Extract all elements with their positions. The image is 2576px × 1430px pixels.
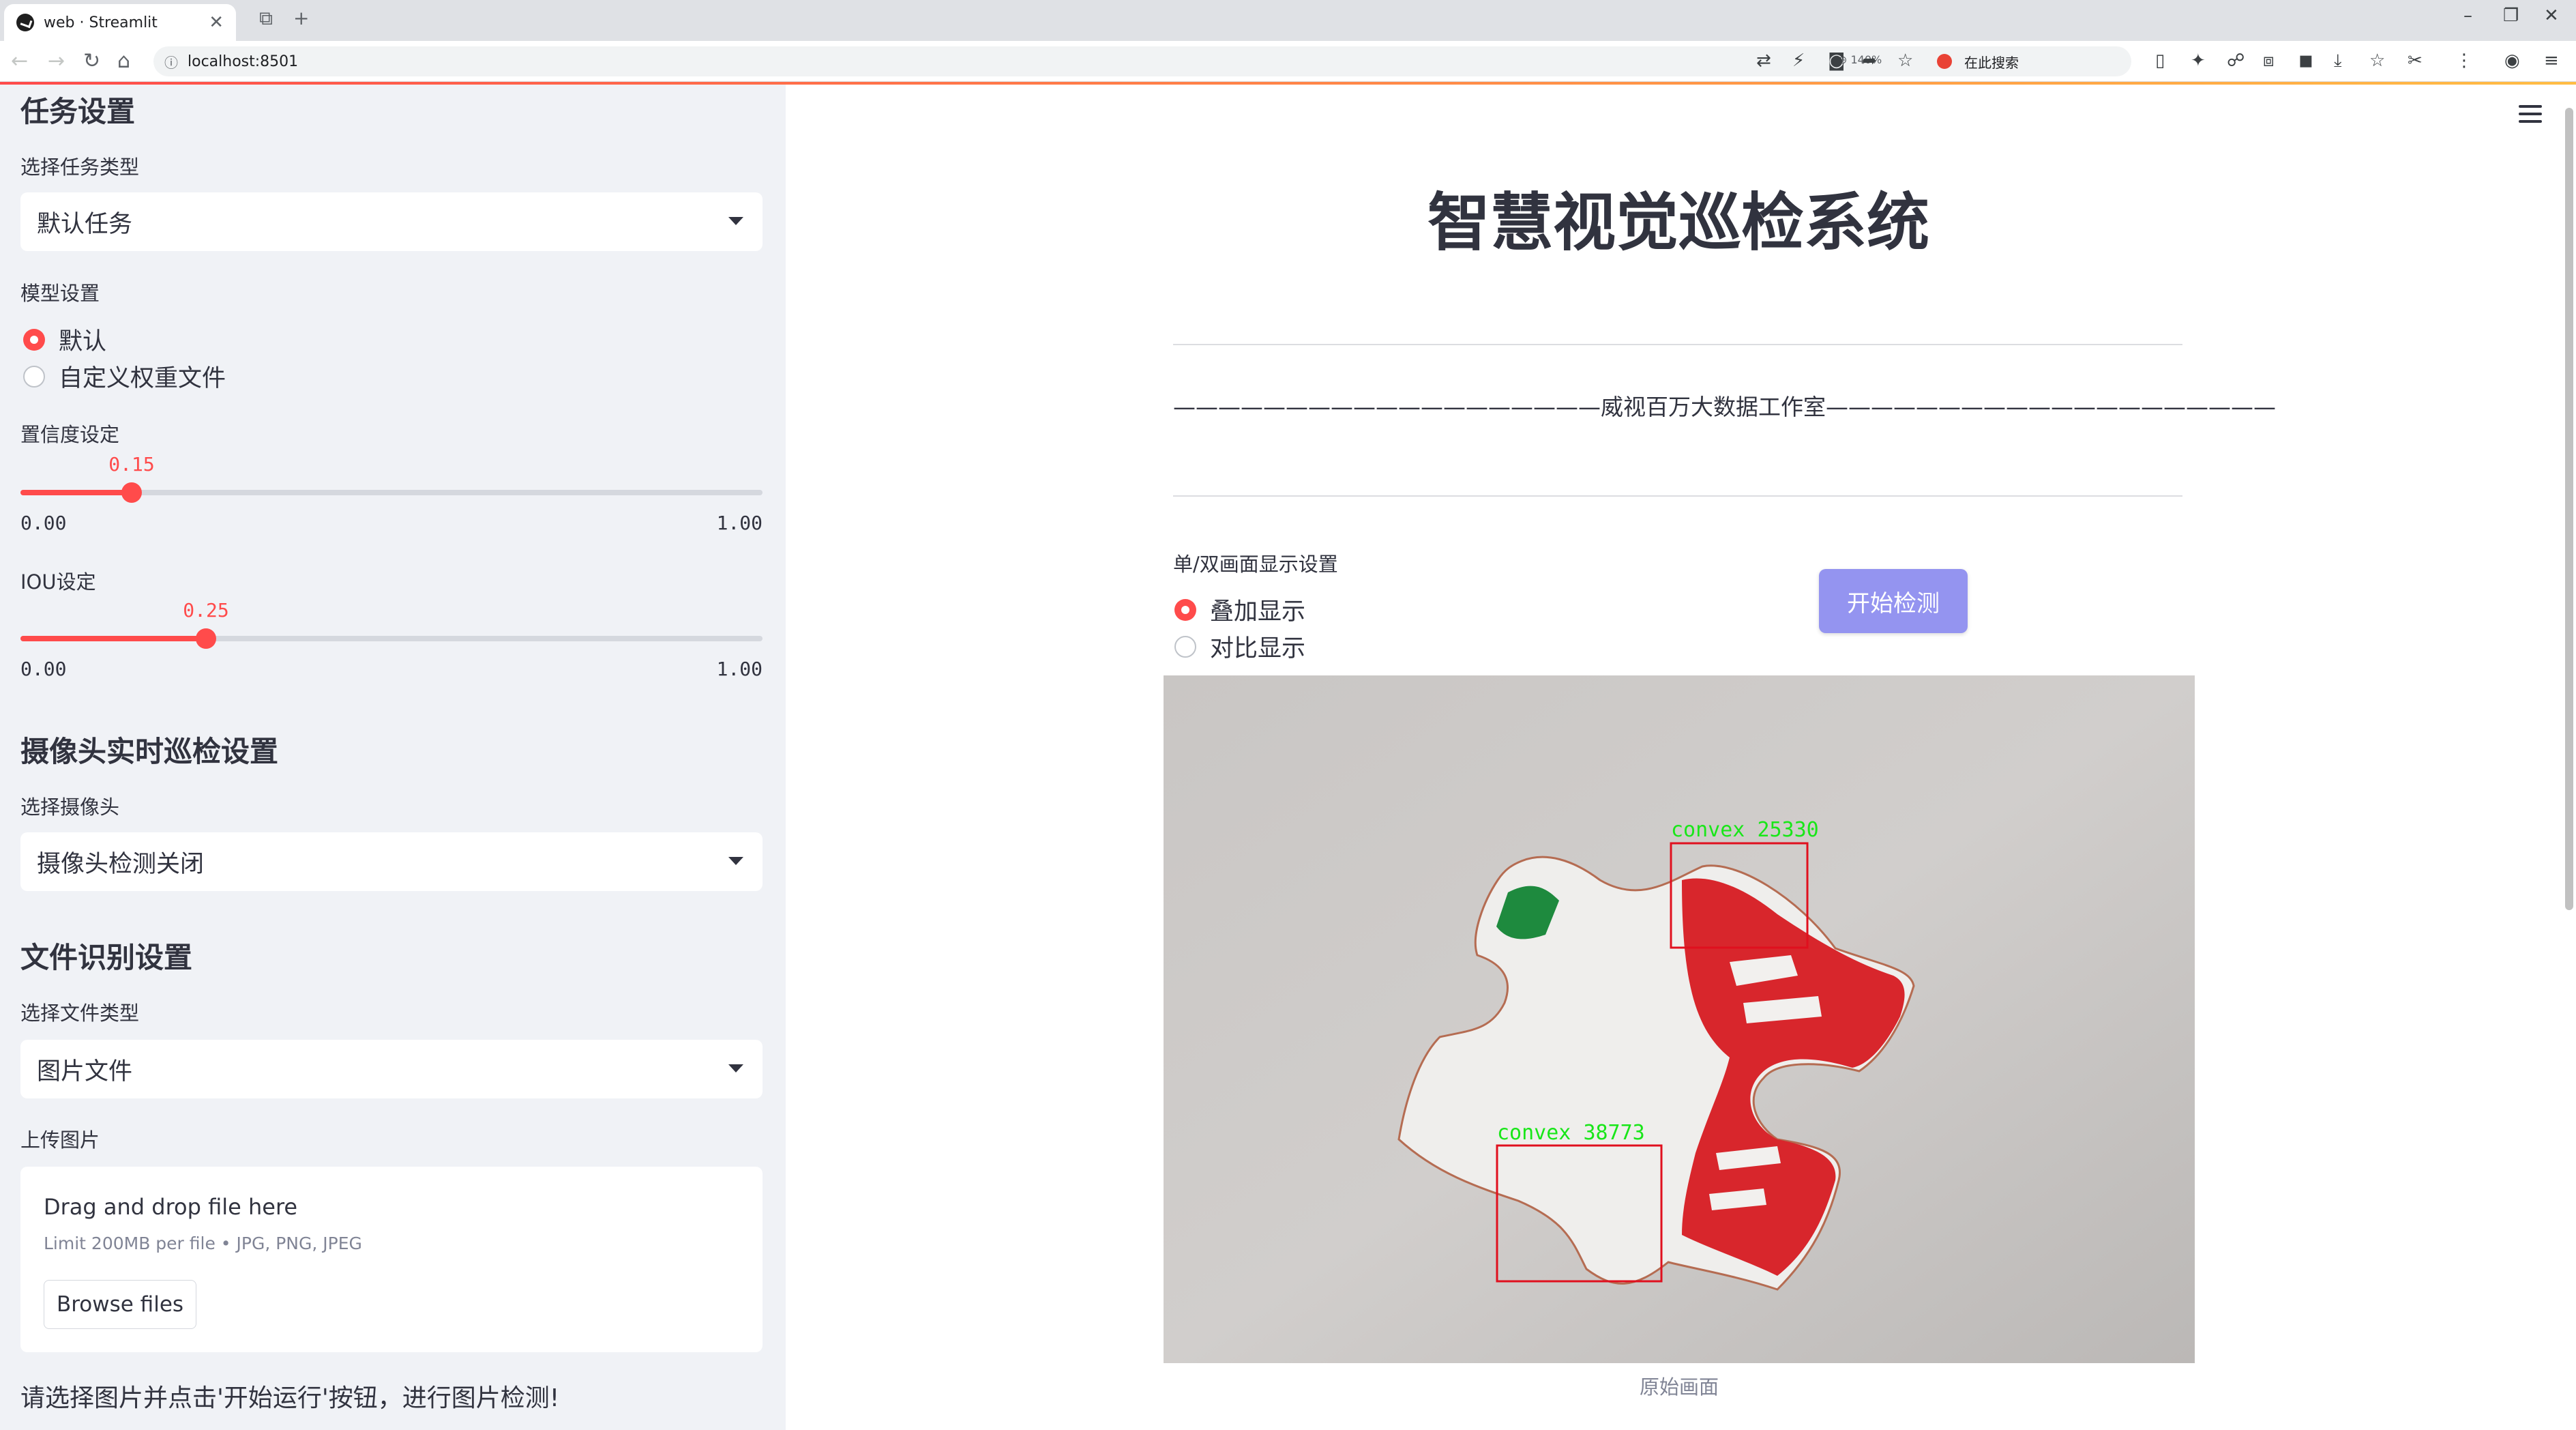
new-tab-icon[interactable]: +	[293, 7, 309, 29]
back-icon[interactable]: ←	[11, 49, 28, 73]
chevron-down-icon	[728, 217, 743, 225]
confidence-slider[interactable]	[20, 482, 763, 503]
bookmark-star-icon[interactable]: ☆	[1897, 50, 1913, 71]
display-radio-compare[interactable]: 对比显示	[1174, 629, 1305, 664]
profile-avatar-icon[interactable]: ◉	[2504, 50, 2520, 71]
iou-label: IOU设定	[20, 570, 96, 594]
page-title: 智慧视觉巡检系统	[1427, 186, 1929, 259]
close-window-icon[interactable]: ✕	[2544, 5, 2559, 26]
forward-icon[interactable]: →	[48, 49, 65, 73]
task-settings-heading: 任务设置	[20, 95, 136, 128]
image-caption: 原始画面	[1639, 1375, 1719, 1399]
file-type-select[interactable]: 图片文件	[20, 1040, 763, 1098]
minimize-icon[interactable]: –	[2463, 5, 2472, 26]
iou-value: 0.25	[183, 599, 229, 622]
chevron-down-icon	[728, 1064, 743, 1072]
display-option-label: 叠加显示	[1210, 598, 1306, 626]
task-type-label: 选择任务类型	[20, 156, 140, 179]
display-radio-overlay[interactable]: 叠加显示	[1174, 592, 1305, 627]
uploader-limit: Limit 200MB per file • JPG, PNG, JPEG	[44, 1234, 362, 1253]
radio-selected-icon	[23, 328, 45, 351]
browser-tab[interactable]: web · Streamlit ✕	[4, 4, 236, 41]
confidence-slider-thumb[interactable]	[121, 482, 143, 503]
file-type-label: 选择文件类型	[20, 1002, 140, 1025]
chevron-down-icon	[728, 857, 743, 865]
file-type-value: 图片文件	[37, 1057, 133, 1085]
favorites-icon[interactable]: ☆	[2369, 50, 2385, 71]
radio-selected-icon	[1174, 598, 1196, 621]
sidebar-info-text: 请选择图片并点击'开始运行'按钮，进行图片检测!	[20, 1384, 560, 1412]
browse-files-button[interactable]: Browse files	[44, 1280, 196, 1329]
download-icon[interactable]: ⤓	[2334, 50, 2342, 72]
iou-slider-fill	[20, 636, 206, 641]
tab-title: web · Streamlit	[44, 14, 158, 31]
more-icon[interactable]: ⋮	[2455, 50, 2473, 71]
file-uploader-dropzone[interactable]: Drag and drop file here Limit 200MB per …	[20, 1167, 763, 1352]
browser-toolbar: ← → ↻ ⌂ ⓘ localhost:8501 ⊕ 140% ⇄ ⚡ ◙ ➦ …	[0, 41, 2576, 82]
task-type-select[interactable]: 默认任务	[20, 192, 763, 251]
studio-line: ———————————————————威视百万大数据工作室———————————…	[1173, 394, 2276, 420]
confidence-value: 0.15	[108, 453, 155, 476]
file-settings-heading: 文件识别设置	[20, 941, 193, 974]
camera-icon[interactable]: ◙	[1828, 50, 1845, 71]
menu-icon[interactable]: ≡	[2544, 50, 2559, 71]
upload-label: 上传图片	[20, 1128, 100, 1152]
confidence-slider-fill	[20, 490, 132, 495]
radio-unselected-icon	[23, 365, 45, 388]
sidebar: 任务设置 选择任务类型 默认任务 模型设置 默认 自定义权重文件 置信度设定 0…	[0, 85, 786, 1430]
search-engine-icon	[1937, 54, 1952, 69]
detection-label: convex 25330	[1671, 818, 1819, 842]
share-icon[interactable]: ➦	[1862, 50, 1877, 71]
extension-dark-icon[interactable]: ◼	[2298, 50, 2313, 71]
detection-result-image: convex 25330 convex 38773	[1164, 675, 2195, 1363]
task-type-value: 默认任务	[37, 210, 133, 238]
camera-value: 摄像头检测关闭	[37, 850, 205, 878]
uploader-title: Drag and drop file here	[44, 1194, 298, 1220]
model-settings-label: 模型设置	[20, 282, 100, 305]
browser-search-box[interactable]: 在此搜索	[1937, 46, 2135, 76]
tab-close-icon[interactable]: ✕	[209, 12, 224, 33]
bolt-icon[interactable]: ⚡	[1792, 50, 1805, 71]
tab-groups-icon[interactable]: ⧉	[259, 7, 273, 30]
iou-slider-thumb[interactable]	[196, 628, 216, 649]
site-info-icon[interactable]: ⓘ	[164, 52, 178, 72]
display-option-label: 对比显示	[1210, 635, 1306, 662]
start-detection-button[interactable]: 开始检测	[1819, 569, 1968, 633]
radio-unselected-icon	[1174, 635, 1196, 658]
scissors-icon[interactable]: ✂	[2408, 50, 2423, 71]
address-url: localhost:8501	[188, 53, 299, 70]
translate-icon[interactable]: ⇄	[1756, 50, 1771, 71]
confidence-label: 置信度设定	[20, 423, 120, 446]
iou-max: 1.00	[716, 658, 763, 680]
confidence-max: 1.00	[716, 512, 763, 534]
model-radio-custom[interactable]: 自定义权重文件	[23, 359, 226, 394]
model-option-label: 默认	[59, 328, 107, 355]
divider	[1173, 344, 2182, 345]
phone-icon[interactable]: ▯	[2155, 50, 2165, 71]
model-radio-default[interactable]: 默认	[23, 322, 106, 357]
reload-icon[interactable]: ↻	[83, 49, 100, 73]
search-placeholder: 在此搜索	[1964, 54, 2019, 71]
model-option-label: 自定义权重文件	[59, 365, 226, 392]
confidence-min: 0.00	[20, 512, 67, 534]
home-icon[interactable]: ⌂	[117, 49, 130, 73]
divider	[1173, 495, 2182, 497]
extension-color-icon[interactable]: ✦	[2191, 50, 2206, 71]
browser-tab-strip: web · Streamlit ✕ ⧉ + – ❐ ✕	[0, 0, 2576, 41]
main-content: 智慧视觉巡检系统 ———————————————————威视百万大数据工作室——…	[786, 85, 2576, 1430]
detection-label: convex 38773	[1497, 1121, 1645, 1145]
streamlit-favicon-icon	[16, 14, 34, 31]
extension-people-icon[interactable]: ☍	[2227, 50, 2245, 71]
iou-slider[interactable]	[20, 628, 763, 649]
restore-icon[interactable]: ❐	[2503, 5, 2519, 26]
camera-select-label: 选择摄像头	[20, 796, 120, 819]
display-mode-label: 单/双画面显示设置	[1173, 553, 1338, 576]
camera-select[interactable]: 摄像头检测关闭	[20, 832, 763, 891]
camera-settings-heading: 摄像头实时巡检设置	[20, 735, 279, 768]
iou-min: 0.00	[20, 658, 67, 680]
extension-translate-icon[interactable]: ⧈	[2263, 50, 2275, 72]
hamburger-menu-icon[interactable]	[2519, 105, 2542, 123]
